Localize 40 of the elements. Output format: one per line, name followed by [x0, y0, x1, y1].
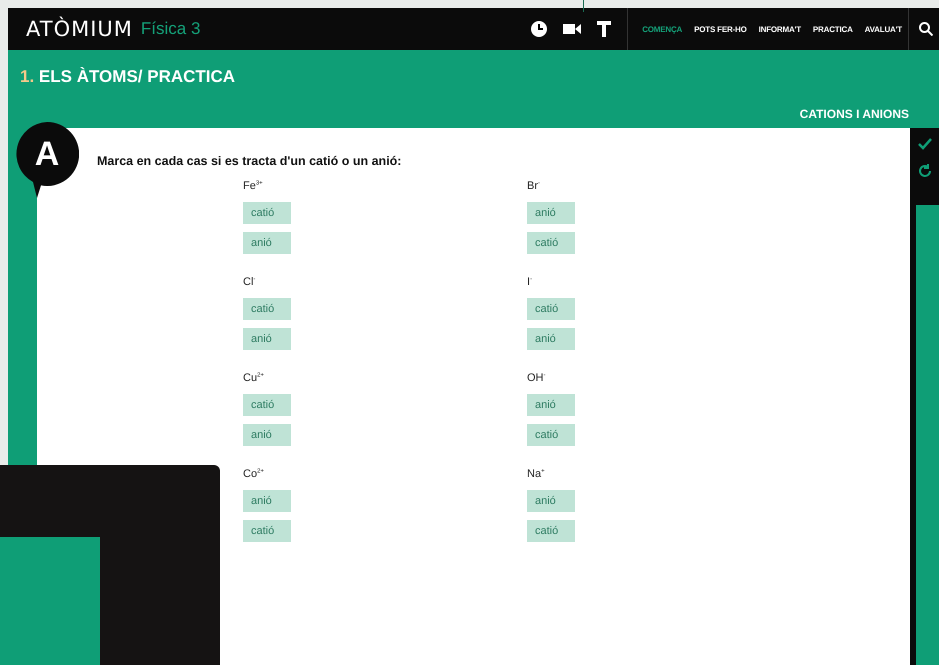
ion-label: Cl$^{-}$ [243, 276, 256, 290]
answer-option[interactable]: anió [243, 328, 291, 350]
clock-icon[interactable] [531, 21, 548, 37]
answer-option[interactable]: anió [527, 394, 575, 416]
nav-link[interactable]: AVALUA'T [864, 24, 902, 34]
ion-label: Fe$^{3+}$ [243, 180, 263, 194]
section-label: CATIONS I ANIONS [800, 107, 909, 121]
check-icon[interactable] [918, 138, 932, 150]
answer-option[interactable]: catió [243, 520, 291, 542]
refresh-icon[interactable] [918, 164, 932, 178]
answer-option[interactable]: anió [527, 328, 575, 350]
answer-option[interactable]: anió [243, 424, 291, 446]
ion-label: Br$^{-}$ [527, 180, 540, 194]
ion-label: Na$^{+}$ [527, 468, 545, 482]
text-icon[interactable] [597, 21, 612, 37]
ion-label: Co$^{2+}$ [243, 468, 264, 482]
nav-link[interactable]: PRACTICA [812, 24, 853, 34]
app-logo: ATÒMIUM [26, 17, 133, 41]
instruction-text: Marca en cada cas si es tracta d'un catió o un anió: [97, 154, 402, 168]
answer-option[interactable]: anió [243, 490, 291, 512]
answer-option[interactable]: catió [527, 298, 575, 320]
nav-link[interactable]: POTS FER-HO [694, 24, 747, 34]
speech-bubble-icon: A [15, 122, 79, 198]
video-camera-icon[interactable] [563, 23, 582, 35]
answer-option[interactable]: anió [243, 232, 291, 254]
nav-link[interactable]: INFORMA'T [758, 24, 801, 34]
answer-option[interactable]: catió [243, 394, 291, 416]
ion-label: Cu$^{2+}$ [243, 372, 264, 386]
page-title: 1. ELS ÀTOMS/ PRACTICA [19, 66, 236, 88]
answer-option[interactable]: catió [527, 232, 575, 254]
answer-option[interactable]: catió [243, 202, 291, 224]
answer-option[interactable]: catió [527, 424, 575, 446]
answer-option[interactable]: anió [527, 490, 575, 512]
ion-label: I$^{-}$ [527, 276, 532, 290]
nav-link[interactable]: COMENÇA [642, 24, 682, 34]
answer-option[interactable]: anió [527, 202, 575, 224]
ion-label: OH$^{-}$ [527, 372, 546, 386]
answer-option[interactable]: catió [527, 520, 575, 542]
answer-option[interactable]: catió [243, 298, 291, 320]
course-title: Física 3 [140, 19, 200, 39]
